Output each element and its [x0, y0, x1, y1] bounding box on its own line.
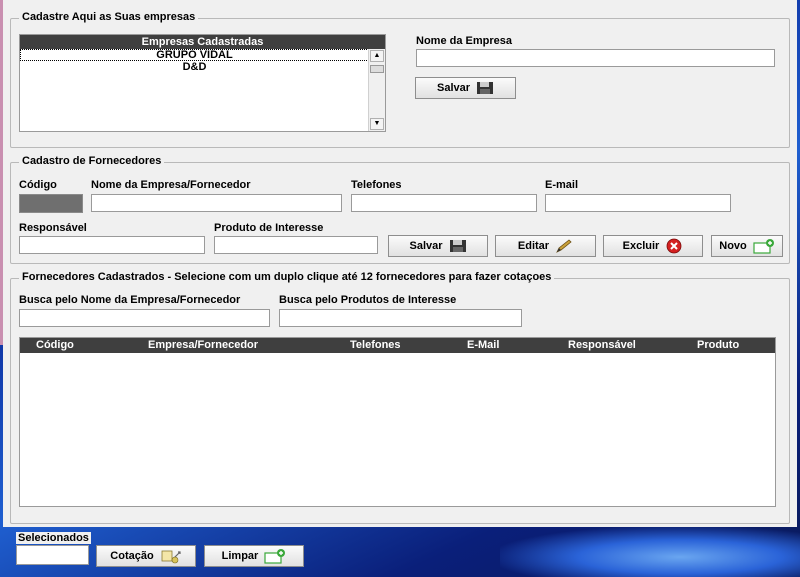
column-header-empresa[interactable]: Empresa/Fornecedor: [148, 339, 258, 351]
excluir-label: Excluir: [622, 240, 660, 252]
empresas-group-title: Cadastre Aqui as Suas empresas: [19, 11, 199, 23]
scroll-down-icon[interactable]: ▼: [370, 118, 384, 130]
editar-label: Editar: [517, 240, 550, 252]
empresa-salvar-button[interactable]: Salvar: [415, 77, 516, 99]
scroll-thumb[interactable]: [370, 65, 384, 73]
fornecedores-grid[interactable]: Código Empresa/Fornecedor Telefones E-Ma…: [19, 337, 776, 507]
nome-empresa-input[interactable]: [416, 49, 775, 67]
pencil-icon: [556, 239, 572, 253]
busca-produto-label: Busca pelo Produtos de Interesse: [279, 294, 457, 306]
busca-nome-input[interactable]: [19, 309, 270, 327]
new-card-icon: [264, 549, 286, 564]
codigo-field: [19, 194, 83, 213]
scroll-up-icon[interactable]: ▲: [370, 50, 384, 62]
fornecedor-salvar-button[interactable]: Salvar: [388, 235, 488, 257]
desktop-wallpaper-glow: [500, 527, 800, 577]
excluir-button[interactable]: Excluir: [603, 235, 703, 257]
column-header-email[interactable]: E-Mail: [467, 339, 499, 351]
cadastrados-group-title: Fornecedores Cadastrados - Selecione com…: [19, 271, 555, 283]
list-item[interactable]: GRUPO VIDAL: [20, 49, 369, 61]
novo-label: Novo: [719, 240, 747, 252]
column-header-codigo[interactable]: Código: [36, 339, 74, 351]
responsavel-input[interactable]: [19, 236, 205, 254]
empresas-list-header: Empresas Cadastradas: [20, 35, 385, 49]
busca-produto-input[interactable]: [279, 309, 522, 327]
responsavel-label: Responsável: [19, 222, 87, 234]
limpar-label: Limpar: [221, 550, 259, 562]
fornecedores-group: Cadastro de Fornecedores Código Nome da …: [10, 155, 790, 264]
empresas-listbox[interactable]: Empresas Cadastradas GRUPO VIDAL D&D ▲ ▼: [19, 34, 386, 132]
nome-empresa-label: Nome da Empresa: [416, 35, 512, 47]
editar-button[interactable]: Editar: [495, 235, 596, 257]
list-item[interactable]: D&D: [20, 61, 369, 73]
cotacao-icon: [161, 550, 181, 564]
email-label: E-mail: [545, 179, 579, 191]
main-form: Cadastre Aqui as Suas empresas Empresas …: [3, 0, 797, 527]
empresas-list-scrollbar[interactable]: ▲ ▼: [368, 49, 385, 131]
column-header-telefones[interactable]: Telefones: [350, 339, 401, 351]
nome-fornecedor-label: Nome da Empresa/Fornecedor: [91, 179, 251, 191]
novo-button[interactable]: Novo: [711, 235, 783, 257]
delete-x-icon: [666, 238, 682, 254]
salvar-label: Salvar: [409, 240, 443, 252]
cotacao-button[interactable]: Cotação: [96, 545, 196, 567]
nome-fornecedor-input[interactable]: [91, 194, 342, 212]
cadastrados-group: Fornecedores Cadastrados - Selecione com…: [10, 271, 790, 524]
limpar-button[interactable]: Limpar: [204, 545, 304, 567]
empresas-group: Cadastre Aqui as Suas empresas Empresas …: [10, 11, 790, 148]
selecionados-input[interactable]: [16, 545, 89, 565]
floppy-disk-icon: [449, 240, 466, 252]
selecionados-label: Selecionados: [16, 532, 91, 544]
codigo-label: Código: [19, 179, 57, 191]
column-header-responsavel[interactable]: Responsável: [568, 339, 636, 351]
grid-header: Código Empresa/Fornecedor Telefones E-Ma…: [20, 338, 775, 353]
new-card-icon: [753, 239, 774, 254]
cotacao-label: Cotação: [110, 550, 154, 562]
telefones-input[interactable]: [351, 194, 537, 212]
telefones-label: Telefones: [351, 179, 402, 191]
fornecedores-group-title: Cadastro de Fornecedores: [19, 155, 165, 167]
floppy-disk-icon: [477, 82, 494, 94]
salvar-label: Salvar: [436, 82, 471, 94]
column-header-produto[interactable]: Produto: [697, 339, 739, 351]
busca-nome-label: Busca pelo Nome da Empresa/Fornecedor: [19, 294, 241, 306]
produto-interesse-label: Produto de Interesse: [214, 222, 324, 234]
email-input[interactable]: [545, 194, 731, 212]
produto-interesse-input[interactable]: [214, 236, 378, 254]
